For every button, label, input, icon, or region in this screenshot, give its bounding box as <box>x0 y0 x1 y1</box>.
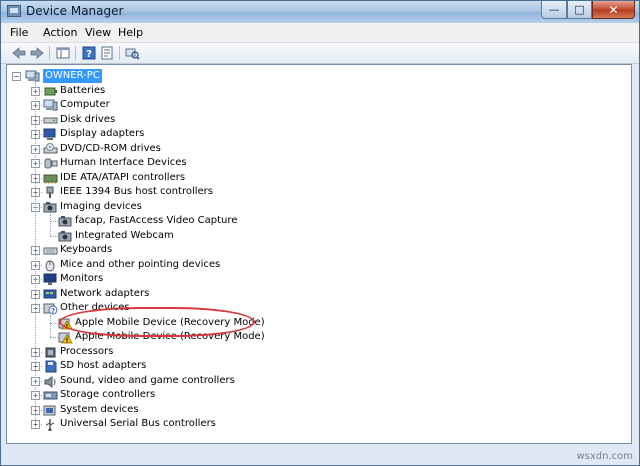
tree-item-imaging-devices[interactable]: Imaging devices <box>60 200 142 214</box>
tree-item-ieee-1394-bus-host-controllers[interactable]: IEEE 1394 Bus host controllers <box>60 185 213 199</box>
system-device-icon <box>43 403 58 417</box>
tree-root-owner-pc[interactable]: OWNER-PC <box>43 69 102 83</box>
maximize-icon: □ <box>574 3 585 16</box>
tree-connector <box>50 315 51 337</box>
firewire-icon <box>43 185 58 199</box>
storage-controller-icon <box>43 388 58 402</box>
close-icon: ✕ <box>608 2 619 17</box>
tree-item-processors[interactable]: Processors <box>60 345 113 359</box>
toolbar-separator <box>119 46 120 60</box>
tree-item-storage-controllers[interactable]: Storage controllers <box>60 388 155 402</box>
tree-item-dvd-cd-rom-drives[interactable]: DVD/CD-ROM drives <box>60 142 161 156</box>
tree-connector <box>35 82 36 424</box>
tree-connector <box>50 221 58 222</box>
warning-device-icon: ! <box>58 330 73 344</box>
network-adapter-icon <box>43 287 58 301</box>
window-title: Device Manager <box>26 4 124 18</box>
status-bar: wsxdn.com <box>1 445 639 465</box>
svg-text:?: ? <box>86 49 92 60</box>
disk-drive-icon <box>43 113 58 127</box>
tree-child-integrated-webcam[interactable]: Integrated Webcam <box>75 229 174 243</box>
menu-bar: File Action View Help <box>1 23 639 43</box>
tree-item-mice-and-other-pointing-devices[interactable]: Mice and other pointing devices <box>60 258 220 272</box>
annotation-highlight-ellipse <box>59 306 255 337</box>
ide-controller-icon <box>43 171 58 185</box>
unknown-device-icon: ? <box>43 301 58 315</box>
tree-item-batteries[interactable]: Batteries <box>60 84 105 98</box>
toolbar-separator <box>49 46 50 60</box>
tree-child-facap-fastaccess-video-capture[interactable]: facap, FastAccess Video Capture <box>75 214 237 228</box>
tree-connector <box>50 235 58 237</box>
tree-item-monitors[interactable]: Monitors <box>60 272 103 286</box>
tree-item-keyboards[interactable]: Keyboards <box>60 243 112 257</box>
computer-icon <box>43 98 58 112</box>
tree-connector <box>50 337 58 338</box>
camera-icon <box>58 229 73 243</box>
battery-icon <box>43 84 58 98</box>
tree-item-computer[interactable]: Computer <box>60 98 110 112</box>
sd-adapter-icon <box>43 359 58 373</box>
processor-icon <box>43 345 58 359</box>
back-arrow-icon[interactable] <box>11 45 27 61</box>
tree-item-universal-serial-bus-controllers[interactable]: Universal Serial Bus controllers <box>60 417 216 431</box>
sound-icon <box>43 374 58 388</box>
tree-item-sound-video-and-game-controllers[interactable]: Sound, video and game controllers <box>60 374 235 388</box>
tree-item-system-devices[interactable]: System devices <box>60 403 139 417</box>
help-icon[interactable]: ? <box>81 45 97 61</box>
menu-help[interactable]: Help <box>118 26 143 39</box>
menu-file[interactable]: File <box>10 26 28 39</box>
tree-connector <box>50 213 51 236</box>
tree-item-display-adapters[interactable]: Display adapters <box>60 127 144 141</box>
toolbar-separator <box>75 46 76 60</box>
collapse-toggle[interactable]: − <box>12 72 21 81</box>
camera-icon <box>58 214 73 228</box>
tree-item-disk-drives[interactable]: Disk drives <box>60 113 115 127</box>
keyboard-icon <box>43 243 58 257</box>
menu-action[interactable]: Action <box>43 26 77 39</box>
computer-icon <box>25 69 40 83</box>
tree-item-ide-ata-atapi-controllers[interactable]: IDE ATA/ATAPI controllers <box>60 171 185 185</box>
watermark: wsxdn.com <box>576 451 633 462</box>
svg-text:?: ? <box>51 307 55 315</box>
tree-item-sd-host-adapters[interactable]: SD host adapters <box>60 359 146 373</box>
monitor-icon <box>43 272 58 286</box>
display-adapter-icon <box>43 127 58 141</box>
usb-icon <box>43 417 58 431</box>
console-tree-icon[interactable] <box>55 45 71 61</box>
forward-arrow-icon[interactable] <box>29 45 45 61</box>
svg-text:!: ! <box>66 338 69 345</box>
camera-icon <box>43 200 58 214</box>
device-tree[interactable]: − OWNER-PC + Batteries + Computer + Disk drives… <box>6 64 632 444</box>
tree-item-human-interface-devices[interactable]: Human Interface Devices <box>60 156 187 170</box>
minimize-button[interactable]: — <box>541 1 567 19</box>
hid-icon <box>43 156 58 170</box>
tree-connector <box>50 322 58 324</box>
device-manager-app-icon[interactable] <box>7 5 21 17</box>
dvd-drive-icon <box>43 142 58 156</box>
menu-view[interactable]: View <box>85 26 111 39</box>
minimize-icon: — <box>548 3 560 16</box>
scan-hardware-icon[interactable] <box>124 45 140 61</box>
maximize-button[interactable]: □ <box>567 1 592 19</box>
close-button[interactable]: ✕ <box>592 1 635 19</box>
device-manager-window: Device Manager — □ ✕ File Action View He… <box>0 0 640 466</box>
title-bar[interactable]: Device Manager — □ ✕ <box>1 1 639 23</box>
tree-item-network-adapters[interactable]: Network adapters <box>60 287 149 301</box>
properties-icon[interactable] <box>99 45 115 61</box>
mouse-icon <box>43 258 58 272</box>
toolbar: ? <box>1 43 639 64</box>
